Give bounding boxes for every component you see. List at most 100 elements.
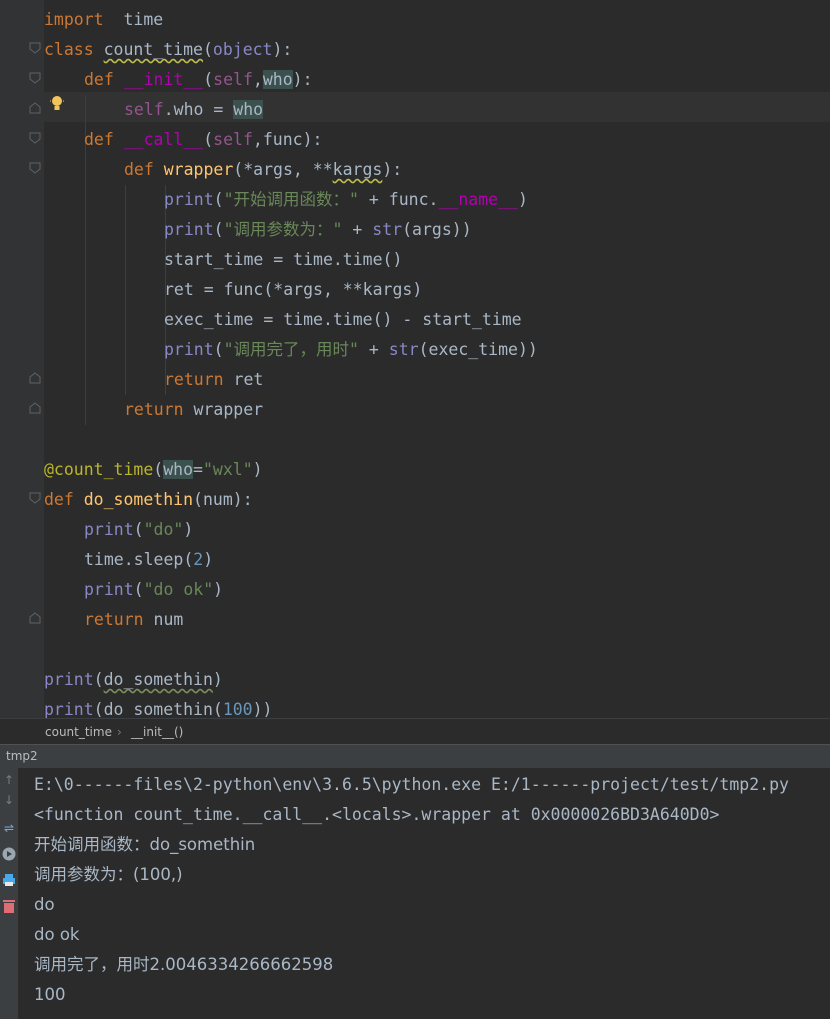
up-arrow-icon[interactable]: ↑ bbox=[0, 770, 18, 790]
code-line[interactable]: time.sleep(2) bbox=[84, 545, 213, 575]
code-token: print bbox=[164, 190, 214, 209]
fold-marker-icon[interactable] bbox=[29, 492, 41, 504]
code-token: return bbox=[164, 370, 224, 389]
console-toolbar: ↑ ↓ ⇌ bbox=[0, 768, 18, 1019]
code-line[interactable]: return wrapper bbox=[124, 395, 263, 425]
fold-marker-icon[interactable] bbox=[29, 132, 41, 144]
code-token: __call__ bbox=[123, 130, 204, 149]
code-token: + bbox=[358, 340, 389, 359]
code-token: 2 bbox=[193, 550, 204, 569]
code-line[interactable]: def wrapper(*args, **kargs): bbox=[124, 155, 402, 185]
code-line[interactable]: print("调用完了，用时" + str(exec_time)) bbox=[164, 335, 538, 365]
fold-marker-icon[interactable] bbox=[29, 162, 41, 174]
code-line[interactable]: def __init__(self,who): bbox=[84, 65, 313, 95]
code-token: print bbox=[44, 700, 94, 718]
code-token: wrapper bbox=[163, 160, 234, 179]
code-line[interactable]: class count_time(object): bbox=[44, 35, 292, 65]
console-line: 开始调用函数：do_somethin bbox=[34, 835, 256, 854]
breadcrumb-method[interactable]: __init__() bbox=[131, 725, 183, 739]
code-token: ( bbox=[213, 220, 224, 239]
code-token: ): bbox=[382, 160, 403, 179]
lightbulb-icon[interactable] bbox=[50, 95, 64, 117]
code-token: + bbox=[342, 220, 373, 239]
code-token: ( bbox=[133, 520, 144, 539]
code-token: print bbox=[84, 580, 134, 599]
code-token: print bbox=[164, 340, 214, 359]
fold-marker-icon[interactable] bbox=[29, 402, 41, 414]
code-line[interactable]: print("do ok") bbox=[84, 575, 223, 605]
code-editor[interactable]: import time class count_time(object): def … bbox=[0, 0, 830, 718]
code-token: num bbox=[143, 610, 184, 629]
code-line[interactable]: print("do") bbox=[84, 515, 193, 545]
wrap-icon[interactable]: ⇌ bbox=[0, 818, 18, 838]
breadcrumb: count_time › __init__() bbox=[0, 718, 830, 745]
code-token: (*args, ** bbox=[233, 160, 333, 179]
console-line: do bbox=[34, 895, 55, 914]
code-token: def bbox=[84, 130, 114, 149]
code-token: return bbox=[124, 400, 184, 419]
code-line[interactable]: def __call__(self,func): bbox=[84, 125, 322, 155]
code-token: ( bbox=[213, 190, 224, 209]
breadcrumb-separator: › bbox=[117, 725, 122, 739]
fold-marker-icon[interactable] bbox=[29, 42, 41, 54]
code-line[interactable]: print(do_somethin) bbox=[44, 665, 223, 695]
code-line[interactable]: print("开始调用函数：" + func.__name__) bbox=[164, 185, 528, 215]
trash-icon[interactable] bbox=[0, 896, 18, 916]
code-token: "wxl" bbox=[202, 460, 253, 479]
code-token: __name__ bbox=[438, 190, 518, 209]
run-console[interactable]: ↑ ↓ ⇌ E:\0------files\2-python\env\3.6.5… bbox=[0, 768, 830, 1019]
code-token: __init__ bbox=[123, 70, 204, 89]
code-line[interactable]: ret = func(*args, **kargs) bbox=[164, 275, 422, 305]
code-line[interactable]: @count_time(who="wxl") bbox=[44, 455, 263, 485]
run-icon[interactable] bbox=[0, 844, 18, 864]
code-token: ( bbox=[93, 670, 104, 689]
down-arrow-icon[interactable]: ↓ bbox=[0, 790, 18, 810]
code-token: ret = func(*args, **kargs) bbox=[164, 280, 423, 299]
code-token: ) bbox=[517, 190, 528, 209]
code-token: def bbox=[84, 70, 114, 89]
code-line[interactable]: exec_time = time.time() - start_time bbox=[164, 305, 522, 335]
code-line[interactable]: print(do_somethin(100)) bbox=[44, 695, 273, 718]
code-token: "调用参数为：" bbox=[223, 220, 343, 239]
code-token: , bbox=[252, 70, 263, 89]
run-tab-label[interactable]: tmp2 bbox=[6, 749, 38, 763]
code-token: do_somethin bbox=[83, 490, 194, 509]
code-token: def bbox=[44, 490, 74, 509]
code-token: (num): bbox=[193, 490, 253, 509]
code-line[interactable]: return ret bbox=[164, 365, 263, 395]
code-token: ) bbox=[203, 550, 214, 569]
console-line: 调用参数为：(100,) bbox=[34, 865, 183, 884]
print-icon[interactable] bbox=[0, 870, 18, 890]
code-token: ( bbox=[153, 460, 164, 479]
fold-marker-icon[interactable] bbox=[29, 102, 41, 114]
code-token: ) bbox=[252, 460, 263, 479]
code-token: ( bbox=[202, 40, 213, 59]
console-line: 调用完了，用时2.0046334266662598 bbox=[34, 955, 334, 974]
code-token: ): bbox=[292, 70, 313, 89]
fold-marker-icon[interactable] bbox=[29, 72, 41, 84]
code-line[interactable]: self.who = who bbox=[124, 95, 264, 125]
code-token: ) bbox=[212, 670, 223, 689]
code-line[interactable]: start_time = time.time() bbox=[164, 245, 402, 275]
console-line: E:\0------files\2-python\env\3.6.5\pytho… bbox=[34, 775, 789, 794]
code-token: "do ok" bbox=[143, 580, 214, 599]
code-line[interactable]: return num bbox=[84, 605, 183, 635]
code-token: ): bbox=[272, 40, 293, 59]
code-token: ( bbox=[213, 340, 224, 359]
fold-marker-icon[interactable] bbox=[29, 612, 41, 624]
code-token: ( bbox=[203, 70, 214, 89]
code-token: + func. bbox=[358, 190, 439, 209]
code-line[interactable]: import time bbox=[44, 5, 163, 35]
fold-marker-icon[interactable] bbox=[29, 372, 41, 384]
code-token: exec_time = time.time() - start_time bbox=[164, 310, 522, 329]
code-line[interactable]: print("调用参数为：" + str(args)) bbox=[164, 215, 472, 245]
code-line[interactable]: def do_somethin(num): bbox=[44, 485, 253, 515]
indent-guide bbox=[125, 185, 126, 395]
code-token: object bbox=[212, 40, 273, 59]
breadcrumb-class[interactable]: count_time bbox=[45, 725, 112, 739]
code-token: (do_somethin( bbox=[93, 700, 223, 718]
code-token: "do" bbox=[143, 520, 184, 539]
